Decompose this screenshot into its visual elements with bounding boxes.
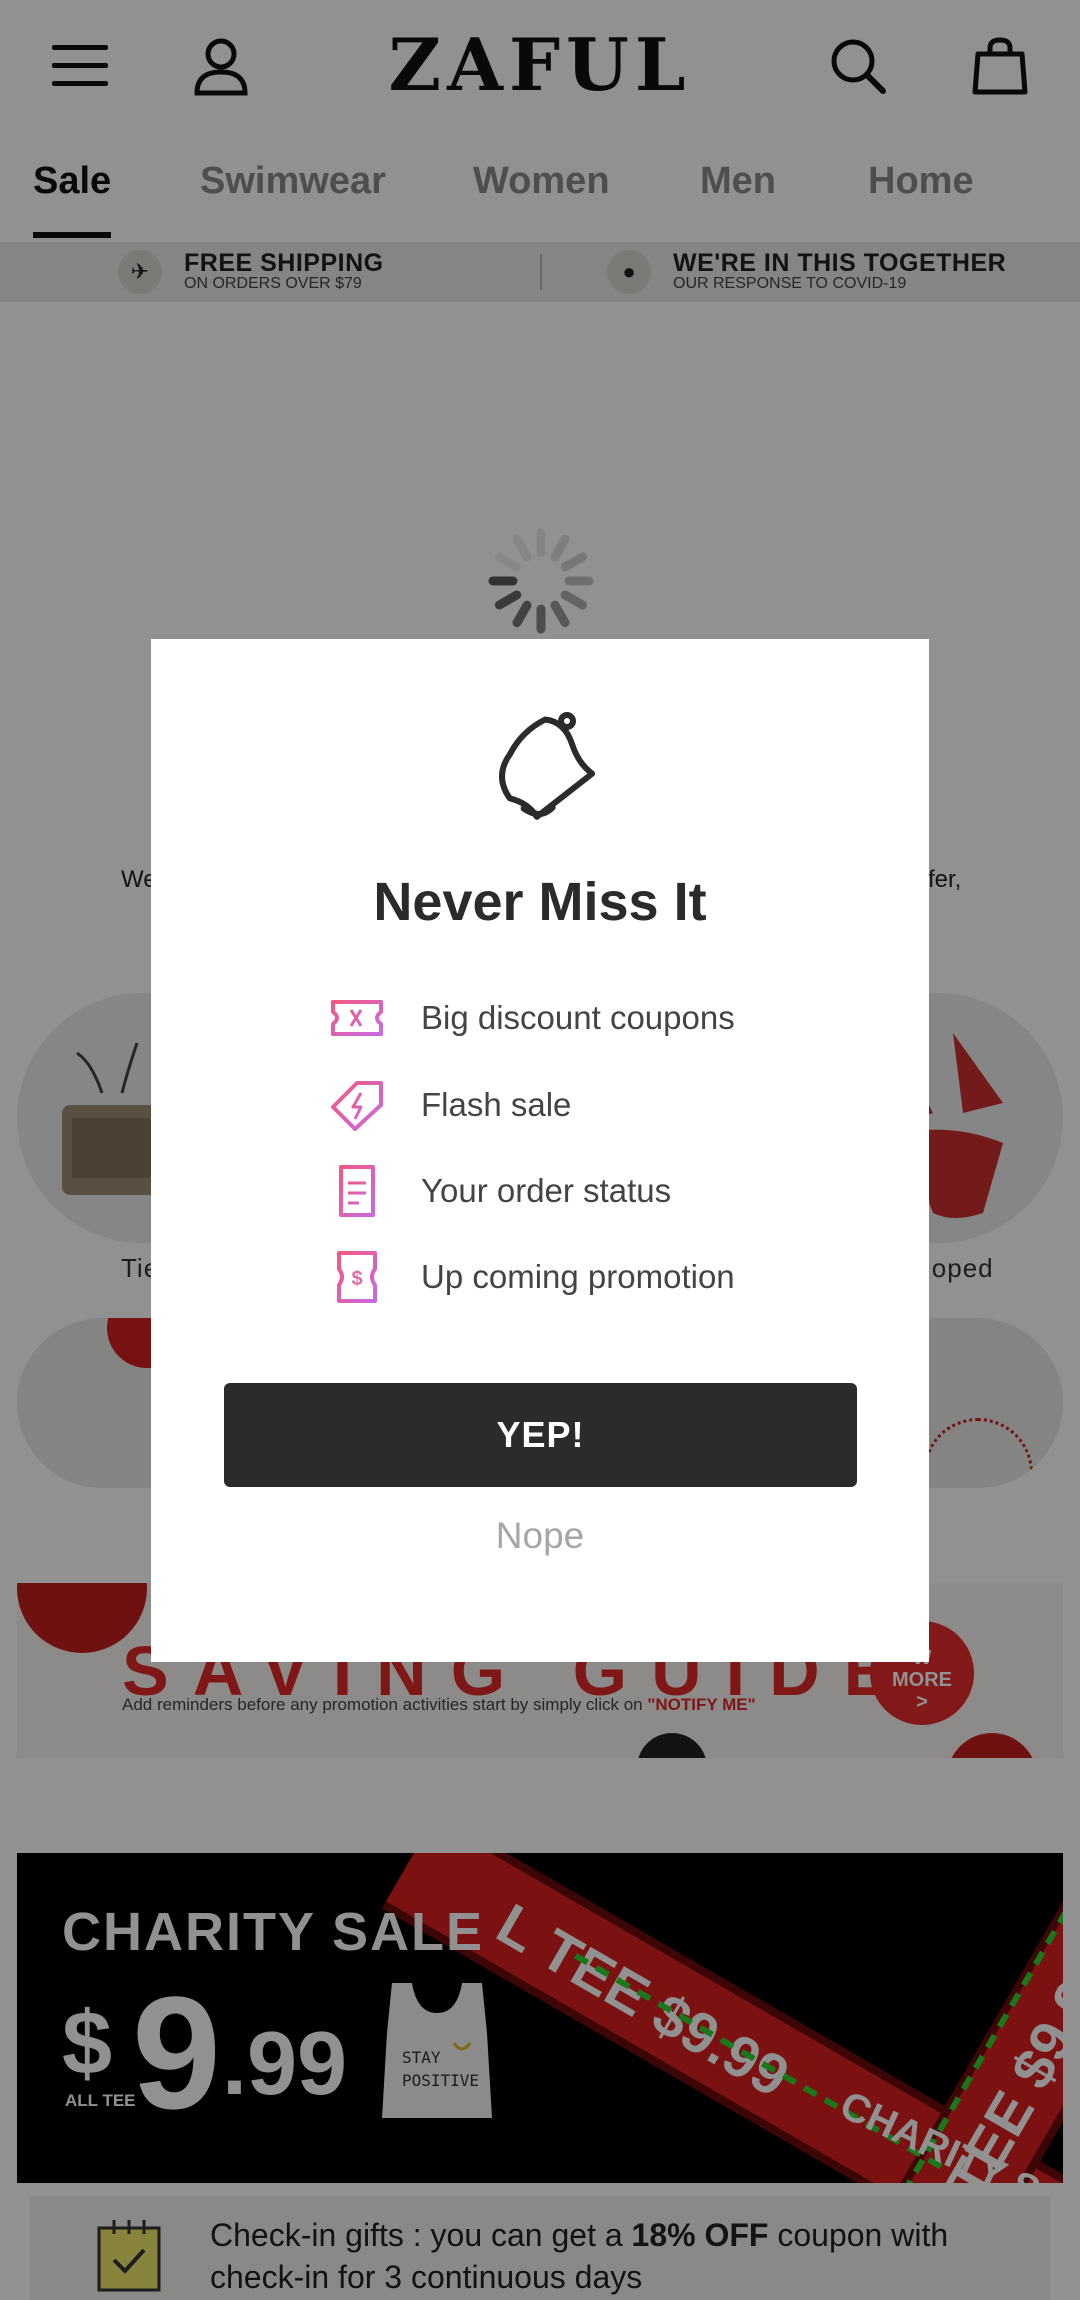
coupon-icon xyxy=(327,990,387,1046)
notification-permission-dialog: Never Miss It Big discount coupons Flash… xyxy=(151,639,929,1662)
dialog-title: Never Miss It xyxy=(373,872,707,932)
dismiss-notifications-link[interactable]: Nope xyxy=(151,1515,929,1557)
feature-row-promotion: $ Up coming promotion xyxy=(327,1249,735,1305)
feature-label-promotion: Up coming promotion xyxy=(421,1258,735,1295)
bell-icon xyxy=(499,712,596,820)
allow-notifications-button[interactable]: YEP! xyxy=(224,1383,857,1487)
feature-label-order-status: Your order status xyxy=(421,1172,672,1209)
flash-tag-icon xyxy=(327,1077,387,1133)
feature-row-order-status: Your order status xyxy=(327,1163,671,1219)
svg-text:$: $ xyxy=(351,1268,362,1290)
order-document-icon xyxy=(327,1163,387,1219)
feature-row-coupons: Big discount coupons xyxy=(327,990,735,1046)
promotion-ticket-icon: $ xyxy=(327,1249,387,1305)
feature-label-flash-sale: Flash sale xyxy=(421,1086,572,1123)
feature-label-coupons: Big discount coupons xyxy=(421,999,735,1036)
feature-row-flash-sale: Flash sale xyxy=(327,1077,571,1133)
